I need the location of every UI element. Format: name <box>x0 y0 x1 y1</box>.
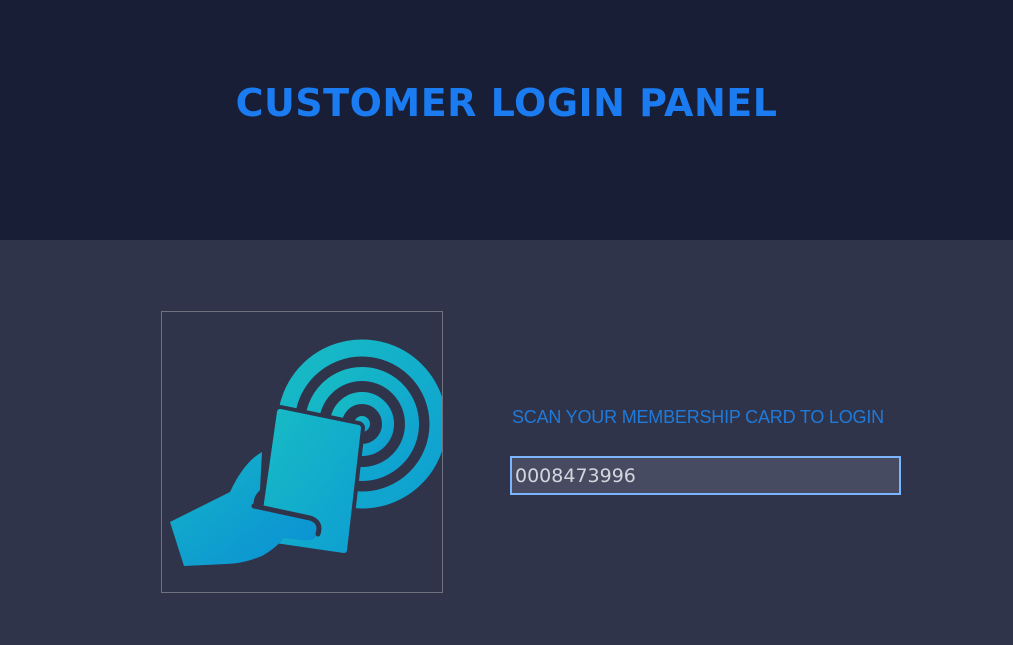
header-bar: CUSTOMER LOGIN PANEL <box>0 0 1013 240</box>
scan-instruction-label: SCAN YOUR MEMBERSHIP CARD TO LOGIN <box>512 407 884 427</box>
page-title: CUSTOMER LOGIN PANEL <box>235 81 778 125</box>
login-panel <box>0 240 1013 645</box>
membership-card-input[interactable] <box>510 456 901 495</box>
card-scan-image-frame <box>161 311 443 593</box>
hand-scanning-card-icon <box>170 339 442 566</box>
